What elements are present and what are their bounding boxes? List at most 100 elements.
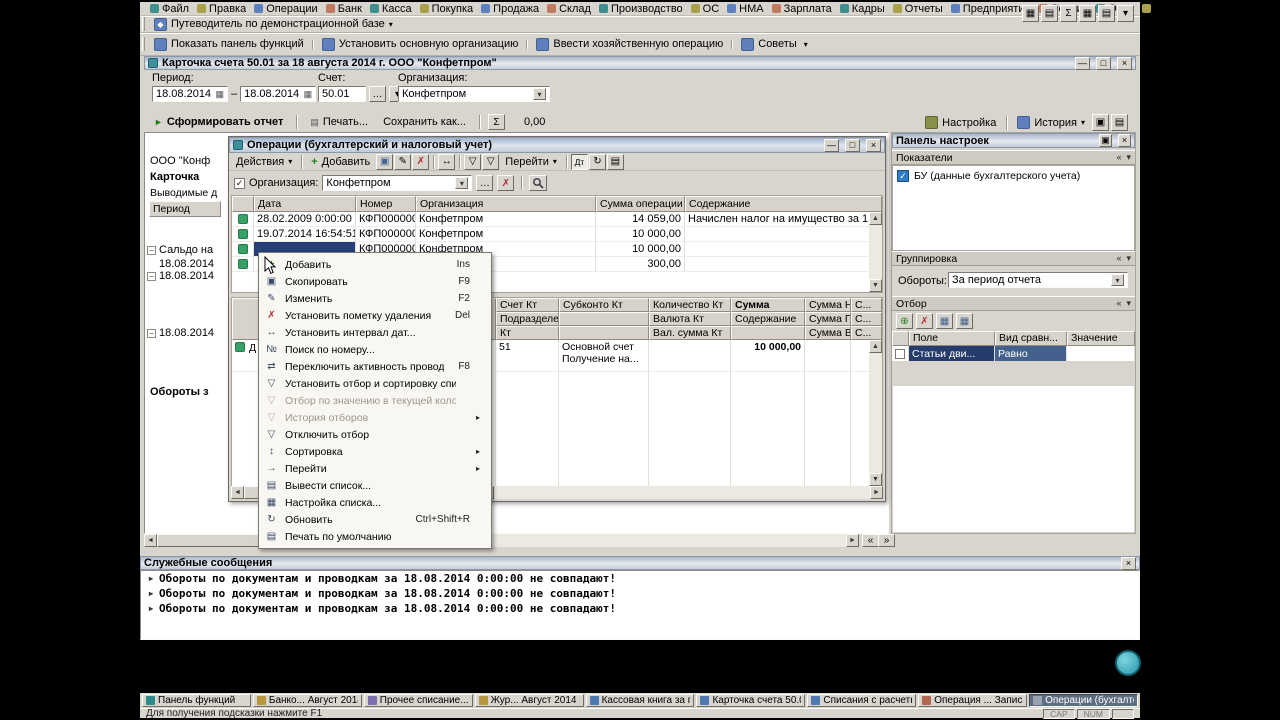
col-header[interactable]: Сумма ВР... bbox=[805, 326, 851, 340]
toolbar-button[interactable]: Советы bbox=[736, 37, 801, 52]
menu-item[interactable]: Склад bbox=[543, 2, 595, 15]
posting-quantity-kt[interactable] bbox=[649, 340, 731, 372]
toolbar-grip[interactable] bbox=[142, 37, 145, 51]
save-as-button[interactable]: Сохранить как... bbox=[378, 115, 471, 129]
account-picker-button[interactable]: … bbox=[369, 86, 386, 102]
collapse-icon[interactable]: − bbox=[147, 272, 156, 281]
menu-item[interactable]: Покупка bbox=[416, 2, 478, 15]
context-menu-item[interactable]: ↻ Обновить Ctrl+Shift+R ▸ bbox=[261, 511, 489, 528]
col-header[interactable]: Содержание bbox=[731, 312, 805, 326]
menu-item[interactable]: Касса bbox=[366, 2, 416, 15]
chevron-down-icon[interactable]: ▾ bbox=[533, 88, 546, 100]
col-header[interactable]: Валюта Кт bbox=[649, 312, 731, 326]
edit-icon[interactable]: ✎ bbox=[394, 154, 411, 170]
context-menu-item[interactable]: ▽ Отключить отбор ▸ bbox=[261, 426, 489, 443]
col-header[interactable]: С... bbox=[851, 312, 882, 326]
operation-org[interactable]: Конфетпром bbox=[416, 212, 596, 227]
date-from-field[interactable]: 18.08.2014 ▦ bbox=[152, 86, 228, 102]
list-column-header[interactable]: Содержание bbox=[685, 196, 882, 212]
menu-item[interactable]: Правка bbox=[193, 2, 250, 15]
minimize-button[interactable]: — bbox=[1075, 57, 1090, 70]
menu-item[interactable]: Справка bbox=[1138, 2, 1201, 15]
menu-item[interactable]: Продажа bbox=[477, 2, 543, 15]
operation-date[interactable]: 19.07.2014 16:54:51 bbox=[254, 227, 356, 242]
more-tools-icon[interactable]: ▾ bbox=[1117, 5, 1134, 22]
copy-icon[interactable]: ▣ bbox=[376, 154, 393, 170]
delete-filter-icon[interactable]: ✗ bbox=[916, 313, 933, 329]
scroll-down-icon[interactable]: ▼ bbox=[869, 473, 882, 486]
date-to-field[interactable]: 18.08.2014 ▦ bbox=[240, 86, 316, 102]
menu-item[interactable]: Производство bbox=[595, 2, 687, 15]
org-filter-checkbox[interactable]: ✓ bbox=[234, 178, 245, 189]
copy-filter-icon[interactable]: ▦ bbox=[936, 313, 953, 329]
list-column-header[interactable]: Номер bbox=[356, 196, 416, 212]
settings-button[interactable]: Настройка bbox=[920, 115, 1001, 130]
resize-grip[interactable] bbox=[1112, 709, 1134, 719]
calculator-icon[interactable]: ▤ bbox=[1041, 5, 1058, 22]
operation-sum[interactable]: 10 000,00 bbox=[596, 242, 685, 257]
taskbar-item[interactable]: Операция ... Записан bbox=[918, 694, 1027, 707]
filter-settings-icon[interactable]: ▦ bbox=[956, 313, 973, 329]
service-message[interactable]: ▸ Обороты по документам и проводкам за 1… bbox=[141, 571, 1139, 586]
col-header[interactable] bbox=[559, 312, 649, 326]
posting-sum[interactable]: 10 000,00 bbox=[731, 340, 805, 372]
filter-off-icon[interactable]: ▽ bbox=[482, 154, 499, 170]
org-filter-combo[interactable]: Конфетпром ▾ bbox=[322, 175, 472, 191]
list-column-header[interactable]: Организация bbox=[416, 196, 596, 212]
date-interval-icon[interactable]: ↔ bbox=[438, 154, 455, 170]
history-button[interactable]: История ▾ bbox=[1012, 115, 1090, 130]
print-button[interactable]: ▤ Печать... bbox=[305, 115, 373, 129]
calendar-icon[interactable]: ▦ bbox=[1022, 5, 1039, 22]
col-header[interactable]: С... bbox=[851, 326, 882, 340]
context-menu-item[interactable]: ▣ Скопировать F9 ▸ bbox=[261, 273, 489, 290]
col-header[interactable]: Сумма ПР... bbox=[805, 312, 851, 326]
menu-item[interactable]: Зарплата bbox=[768, 2, 836, 15]
close-button[interactable]: × bbox=[866, 139, 881, 152]
list-column-header[interactable]: Дата bbox=[254, 196, 356, 212]
refresh-icon[interactable]: ↻ bbox=[589, 154, 606, 170]
filter-col-field[interactable]: Поле bbox=[909, 331, 995, 346]
windows-icon[interactable]: ▦ bbox=[1079, 5, 1096, 22]
toolbar-button[interactable]: Ввести хозяйственную операцию bbox=[531, 37, 728, 52]
settings-panel-titlebar[interactable]: Панель настроек ▣ × bbox=[892, 133, 1135, 148]
messages-titlebar[interactable]: Служебные сообщения × bbox=[140, 556, 1140, 570]
grouping-combo[interactable]: За период отчета ▾ bbox=[948, 272, 1128, 288]
context-menu-item[interactable]: ▽ Отбор по значению в текущей колонке ▸ bbox=[261, 392, 489, 409]
goto-menu-button[interactable]: Перейти ▾ bbox=[500, 155, 562, 169]
col-header[interactable]: С... bbox=[851, 298, 882, 312]
operation-org[interactable]: Конфетпром bbox=[416, 227, 596, 242]
operation-row[interactable]: 19.07.2014 16:54:51 КФП000000... Конфетп… bbox=[232, 227, 882, 242]
posting-account-kt[interactable]: 51 bbox=[496, 340, 559, 372]
context-menu-item[interactable]: → Перейти ▸ bbox=[261, 460, 489, 477]
add-button[interactable]: + Добавить bbox=[306, 155, 375, 169]
grouping-section-header[interactable]: Группировка « ▾ bbox=[892, 251, 1135, 266]
maximize-button[interactable]: □ bbox=[845, 139, 860, 152]
collapse-all-icon[interactable]: « bbox=[1116, 298, 1121, 309]
taskbar-item[interactable]: Операции (бухгалтер... bbox=[1029, 694, 1138, 707]
service-message[interactable]: ▸ Обороты по документам и проводкам за 1… bbox=[141, 601, 1139, 616]
list-column-header[interactable]: Сумма операции bbox=[596, 196, 685, 212]
operation-sum[interactable]: 300,00 bbox=[596, 257, 685, 272]
posting-subconto-kt[interactable]: Основной счет Получение на... bbox=[559, 340, 649, 372]
taskbar-item[interactable]: Списания с расчетно... bbox=[807, 694, 916, 707]
report-window-titlebar[interactable]: Карточка счета 50.01 за 18 августа 2014 … bbox=[144, 56, 1136, 70]
chevron-down-icon[interactable]: ▾ bbox=[455, 177, 468, 189]
operation-content[interactable]: Начислен налог на имущество за 1 кварт..… bbox=[685, 212, 882, 227]
operation-content[interactable] bbox=[685, 242, 882, 257]
operation-sum[interactable]: 14 059,00 bbox=[596, 212, 685, 227]
context-menu-item[interactable]: + Добавить Ins ▸ bbox=[261, 256, 489, 273]
add-filter-icon[interactable]: ⊕ bbox=[896, 313, 913, 329]
list-vscrollbar[interactable]: ▲ ▼ bbox=[869, 212, 882, 292]
operation-number[interactable]: КФП000000... bbox=[356, 212, 416, 227]
taskbar-item[interactable]: Кассовая книга за п... bbox=[586, 694, 695, 707]
scroll-left-icon[interactable]: ◄ bbox=[144, 534, 157, 547]
context-menu-item[interactable]: ▤ Печать по умолчанию ▸ bbox=[261, 528, 489, 545]
minimize-button[interactable]: — bbox=[824, 139, 839, 152]
col-header[interactable]: Счет Кт bbox=[496, 298, 559, 312]
context-menu-item[interactable]: ▦ Настройка списка... ▸ bbox=[261, 494, 489, 511]
operation-content[interactable] bbox=[685, 257, 882, 272]
close-button[interactable]: × bbox=[1117, 57, 1132, 70]
scroll-left-icon[interactable]: ◄ bbox=[231, 486, 244, 499]
scroll-up-icon[interactable]: ▲ bbox=[869, 212, 882, 225]
context-menu-item[interactable]: № Поиск по номеру... ▸ bbox=[261, 341, 489, 358]
